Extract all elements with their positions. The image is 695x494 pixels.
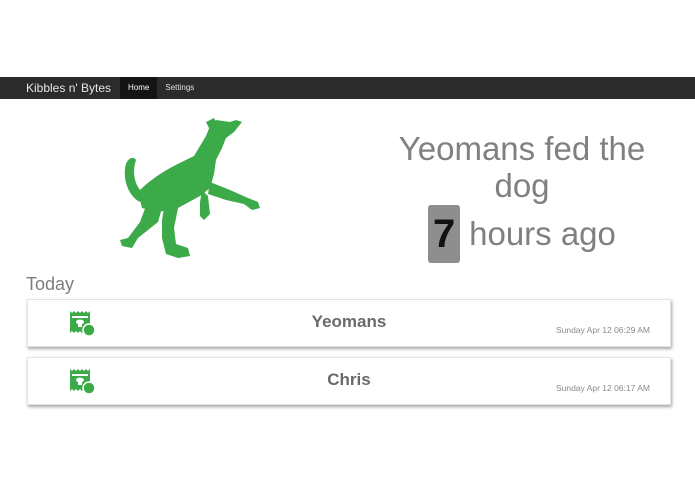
app-brand[interactable]: Kibbles n' Bytes <box>26 77 111 99</box>
feed-timestamp: Sunday Apr 12 06:17 AM <box>555 383 650 393</box>
dog-icon <box>118 116 266 262</box>
hours-count-badge: 7 <box>428 205 461 263</box>
nav-item-home[interactable]: Home <box>120 77 158 99</box>
nav-item-settings[interactable]: Settings <box>157 77 202 99</box>
top-navbar: Kibbles n' Bytes Home Settings <box>0 77 695 99</box>
feed-entry-card[interactable]: Chris Sunday Apr 12 06:17 AM <box>27 357 671 405</box>
since-label: hours ago <box>469 215 616 252</box>
since-row: 7 hours ago <box>380 204 664 264</box>
feed-timestamp: Sunday Apr 12 06:29 AM <box>555 325 650 335</box>
feed-entry-card[interactable]: Yeomans Sunday Apr 12 06:29 AM <box>27 299 671 347</box>
hero-headline: Yeomans fed the dog <box>398 130 646 204</box>
section-title-today: Today <box>26 274 75 294</box>
